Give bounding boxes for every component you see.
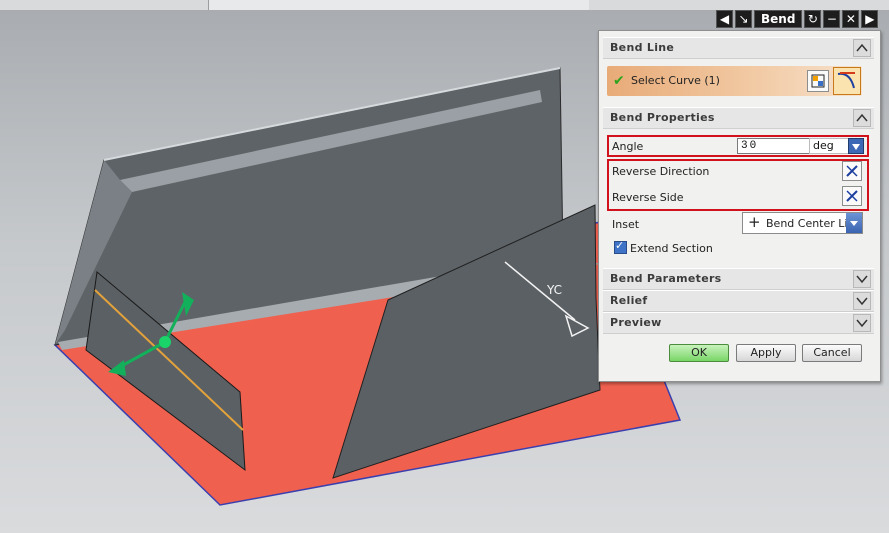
arrow-icon[interactable]: ↘: [735, 10, 752, 28]
select-curve-label: Select Curve (1): [631, 74, 720, 87]
chevron-up-icon[interactable]: [853, 109, 871, 127]
reverse-direction-icon[interactable]: [842, 161, 862, 181]
extend-section-checkbox[interactable]: [614, 239, 627, 254]
check-icon: ✔: [613, 73, 625, 89]
status-cell: ~: [208, 0, 589, 10]
csys-origin[interactable]: [159, 336, 171, 348]
group-title-relief: Relief: [610, 294, 648, 307]
group-title-preview: Preview: [610, 316, 662, 329]
group-header-preview[interactable]: Preview: [603, 312, 874, 334]
select-curve-row[interactable]: ✔ Select Curve (1): [607, 66, 862, 96]
angle-unit[interactable]: deg: [809, 138, 850, 154]
reverse-direction-label: Reverse Direction: [612, 165, 710, 178]
curve-icon[interactable]: [833, 67, 861, 95]
group-header-bend-properties[interactable]: Bend Properties: [603, 107, 874, 129]
bend-dialog: Bend Line ✔ Select Curve (1) Bend Proper…: [598, 30, 881, 382]
chevron-up-icon[interactable]: [853, 39, 871, 57]
reverse-side-label: Reverse Side: [612, 191, 684, 204]
reverse-side-icon[interactable]: [842, 186, 862, 206]
angle-label: Angle: [612, 140, 644, 153]
chevron-down-icon[interactable]: [853, 314, 871, 332]
minimize-icon[interactable]: −: [823, 10, 841, 28]
yc-axis-label: YC: [546, 283, 562, 297]
angle-options-icon[interactable]: [848, 138, 864, 154]
cancel-button[interactable]: Cancel: [802, 344, 862, 362]
inset-select[interactable]: + Bend Center Line: [742, 212, 863, 234]
sketch-section-icon[interactable]: [807, 70, 829, 92]
group-header-relief[interactable]: Relief: [603, 290, 874, 312]
group-title-bend-parameters: Bend Parameters: [610, 272, 722, 285]
dialog-title: Bend: [754, 10, 803, 28]
inset-label: Inset: [612, 218, 640, 231]
chevron-down-icon[interactable]: [853, 292, 871, 310]
group-title-bend-line: Bend Line: [610, 41, 675, 54]
group-title-bend-properties: Bend Properties: [610, 111, 715, 124]
close-icon[interactable]: ✕: [842, 10, 860, 28]
group-header-bend-line[interactable]: Bend Line: [603, 37, 874, 59]
ok-button[interactable]: OK: [669, 344, 729, 362]
chevron-down-icon[interactable]: [853, 270, 871, 288]
plus-icon: +: [748, 213, 761, 231]
extend-section-label: Extend Section: [630, 242, 713, 255]
status-text: ~: [215, 0, 223, 5]
angle-input[interactable]: 30: [737, 138, 810, 154]
apply-button[interactable]: Apply: [736, 344, 796, 362]
dialog-title-bar: ◀ ↘ Bend ↻ − ✕ ▶: [716, 10, 879, 28]
prev-arrow-icon[interactable]: ◀: [716, 10, 733, 28]
next-arrow-icon[interactable]: ▶: [861, 10, 879, 28]
chevron-down-icon[interactable]: [846, 213, 862, 233]
reset-icon[interactable]: ↻: [804, 10, 822, 28]
group-header-bend-parameters[interactable]: Bend Parameters: [603, 268, 874, 290]
